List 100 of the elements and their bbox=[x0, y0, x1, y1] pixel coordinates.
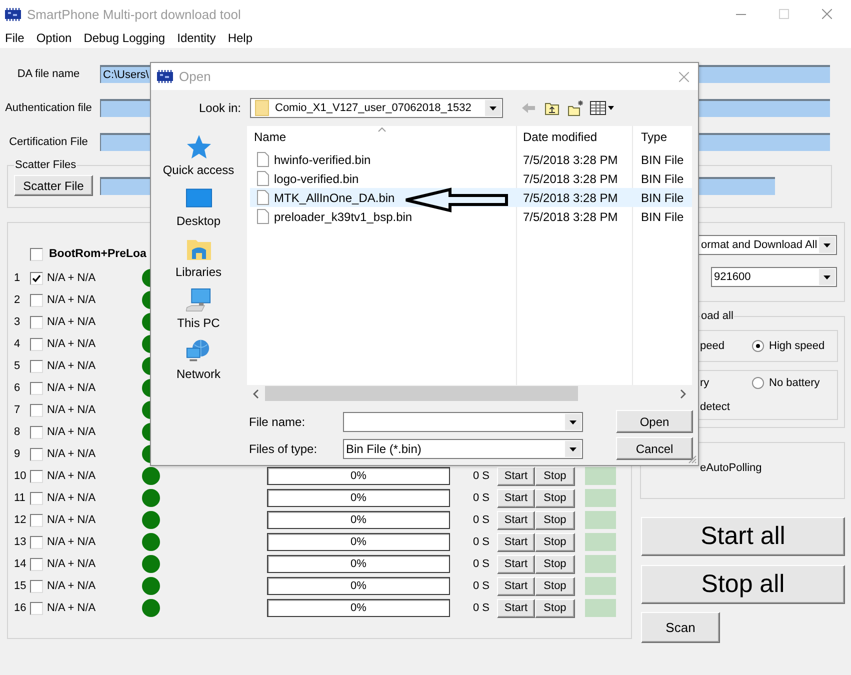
checkbox[interactable] bbox=[30, 448, 43, 460]
app-icon bbox=[157, 70, 173, 83]
start-button[interactable]: Start bbox=[497, 532, 535, 552]
checkbox[interactable] bbox=[30, 580, 43, 592]
caret-icon bbox=[565, 440, 581, 456]
menu-item[interactable]: Debug Logging bbox=[84, 31, 166, 45]
column-header[interactable]: Name bbox=[247, 130, 516, 144]
option-label[interactable]: High speed bbox=[769, 340, 825, 352]
menu-item[interactable]: Help bbox=[228, 31, 252, 45]
places-item[interactable]: Desktop bbox=[176, 186, 221, 237]
scan-button[interactable]: Scan bbox=[641, 612, 720, 643]
stop-button[interactable]: Stop bbox=[535, 598, 575, 618]
file-row[interactable]: preloader_k39tv1_bsp.bin 7/5/2018 3:28 PM BIN File bbox=[250, 207, 692, 226]
port-label: N/A + N/A bbox=[47, 294, 97, 306]
view-menu-icon[interactable] bbox=[590, 101, 614, 115]
radio-button[interactable] bbox=[752, 340, 764, 352]
group-title: Scatter Files bbox=[14, 159, 78, 172]
scatter-file-button[interactable]: Scatter File bbox=[14, 175, 93, 196]
start-button[interactable]: Start bbox=[497, 488, 535, 508]
file-name-field[interactable] bbox=[343, 412, 583, 432]
places-item[interactable]: Libraries bbox=[175, 237, 222, 288]
caret-icon bbox=[565, 414, 581, 430]
chevron-left-icon[interactable] bbox=[253, 388, 259, 398]
radio-button[interactable] bbox=[752, 377, 764, 389]
start-button[interactable]: Start bbox=[497, 510, 535, 530]
checkbox[interactable] bbox=[30, 426, 43, 438]
stop-button[interactable]: Stop bbox=[535, 554, 575, 574]
file-name: logo-verified.bin bbox=[274, 172, 359, 186]
checkbox[interactable] bbox=[30, 536, 43, 548]
checkbox[interactable] bbox=[30, 272, 43, 284]
field-label: Certification File bbox=[8, 136, 89, 148]
checkbox[interactable] bbox=[30, 248, 43, 260]
option-label[interactable]: eAutoPolling bbox=[700, 462, 762, 474]
baud-rate-select[interactable]: 921600 bbox=[711, 267, 837, 287]
menu-item[interactable]: Identity bbox=[177, 31, 216, 45]
column-header[interactable]: Date modified bbox=[516, 130, 632, 144]
checkbox[interactable] bbox=[30, 514, 43, 526]
checkbox[interactable] bbox=[30, 338, 43, 350]
checkbox[interactable] bbox=[30, 316, 43, 328]
checkbox[interactable] bbox=[30, 558, 43, 570]
start-button[interactable]: Start bbox=[497, 598, 535, 618]
file-name: hwinfo-verified.bin bbox=[274, 152, 371, 166]
port-number: 2 bbox=[14, 294, 22, 306]
start-button[interactable]: Start bbox=[497, 466, 535, 486]
action-button[interactable]: Start all bbox=[641, 517, 845, 556]
dialog-title: Open bbox=[179, 69, 211, 84]
port-number: 5 bbox=[14, 360, 22, 372]
close-icon[interactable] bbox=[822, 9, 832, 19]
stop-button[interactable]: Stop bbox=[535, 576, 575, 596]
port-label: N/A + N/A bbox=[47, 272, 97, 284]
port-label: N/A + N/A bbox=[47, 426, 97, 438]
option-label[interactable]: No battery bbox=[769, 377, 820, 389]
port-number: 15 bbox=[14, 580, 28, 592]
start-button[interactable]: Start bbox=[497, 576, 535, 596]
checkbox[interactable] bbox=[30, 294, 43, 306]
action-button[interactable]: Stop all bbox=[641, 565, 845, 604]
file-row[interactable]: hwinfo-verified.bin 7/5/2018 3:28 PM BIN File bbox=[250, 150, 692, 169]
places-item[interactable]: Quick access bbox=[162, 135, 234, 186]
checkbox[interactable] bbox=[30, 382, 43, 394]
stop-button[interactable]: Stop bbox=[535, 488, 575, 508]
checkbox[interactable] bbox=[30, 492, 43, 504]
window-title: SmartPhone Multi-port download tool bbox=[27, 6, 241, 22]
close-icon[interactable] bbox=[679, 72, 689, 82]
scrollbar-thumb[interactable] bbox=[265, 386, 578, 401]
dialog-button[interactable]: Cancel bbox=[616, 437, 693, 460]
checkbox[interactable] bbox=[30, 404, 43, 416]
checkbox[interactable] bbox=[30, 360, 43, 372]
caret-icon bbox=[819, 269, 835, 285]
file-type-select[interactable]: Bin File (*.bin) bbox=[343, 438, 583, 458]
port-number: 6 bbox=[14, 382, 22, 394]
port-number: 16 bbox=[14, 602, 28, 614]
up-folder-icon[interactable] bbox=[545, 101, 559, 115]
chevron-right-icon[interactable] bbox=[680, 388, 686, 398]
elapsed-time: 0 S bbox=[473, 558, 491, 570]
file-row[interactable]: MTK_AllInOne_DA.bin 7/5/2018 3:28 PM BIN File bbox=[250, 188, 692, 207]
mode-select[interactable]: ormat and Download All bbox=[699, 235, 837, 255]
option-label[interactable]: peed bbox=[700, 340, 752, 352]
dialog-button[interactable]: Open bbox=[616, 410, 693, 433]
new-folder-icon[interactable] bbox=[568, 100, 584, 116]
look-in-label: Look in: bbox=[198, 101, 241, 115]
stop-button[interactable]: Stop bbox=[535, 466, 575, 486]
option-label[interactable]: ry bbox=[700, 377, 752, 389]
column-header[interactable]: Type bbox=[632, 130, 692, 144]
places-item[interactable]: Network bbox=[176, 339, 220, 390]
stop-button[interactable]: Stop bbox=[535, 510, 575, 530]
status-swatch-icon bbox=[585, 533, 616, 551]
port-label: N/A + N/A bbox=[47, 558, 97, 570]
checkbox[interactable] bbox=[30, 602, 43, 614]
sort-caret-icon bbox=[378, 127, 386, 132]
file-row[interactable]: logo-verified.bin 7/5/2018 3:28 PM BIN File bbox=[250, 169, 692, 188]
menu-item[interactable]: File bbox=[5, 31, 24, 45]
checkbox[interactable] bbox=[30, 470, 43, 482]
menu-item[interactable]: Option bbox=[36, 31, 72, 45]
start-button[interactable]: Start bbox=[497, 554, 535, 574]
places-item[interactable]: This PC bbox=[177, 288, 220, 339]
option-label[interactable]: detect bbox=[700, 401, 752, 413]
folder-icon bbox=[255, 100, 269, 116]
stop-button[interactable]: Stop bbox=[535, 532, 575, 552]
look-in-select[interactable]: Comio_X1_V127_user_07062018_1532 bbox=[250, 98, 503, 118]
resize-grip-icon[interactable] bbox=[687, 454, 697, 464]
